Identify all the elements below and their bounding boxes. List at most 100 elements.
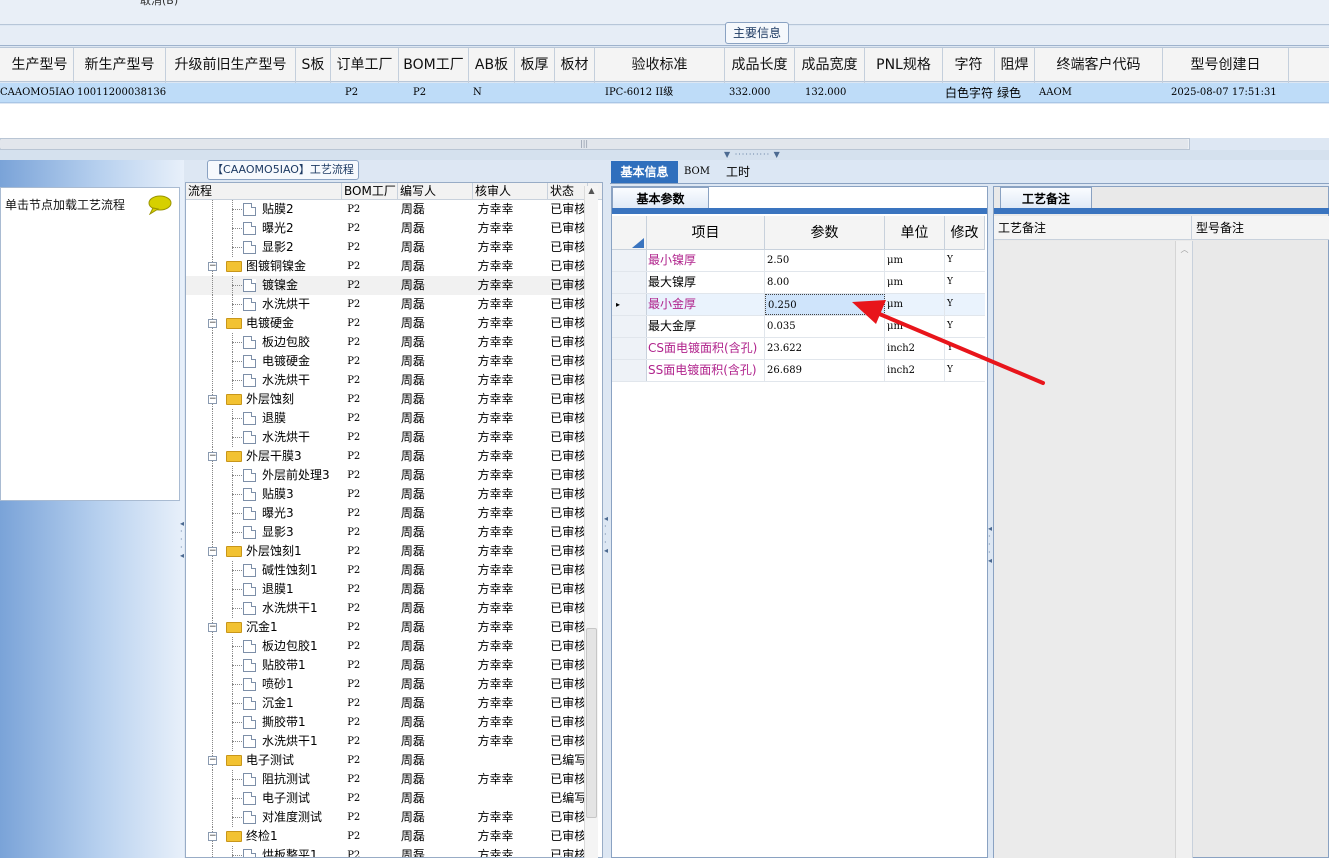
tree-row[interactable]: 显影2 P2 周磊 方幸幸 已审核	[186, 238, 586, 257]
main-col-header[interactable]: 终端客户代码	[1035, 48, 1163, 83]
main-col-header[interactable]: 板厚	[515, 48, 555, 83]
tree-row[interactable]: 撕胶带1 P2 周磊 方幸幸 已审核	[186, 713, 586, 732]
tree-row[interactable]: 沉金1 P2 周磊 方幸幸 已审核	[186, 694, 586, 713]
tree-node[interactable]: 对准度测试	[186, 808, 341, 827]
flow-col-header[interactable]: BOM工厂	[342, 183, 398, 200]
tree-node[interactable]: − 外层蚀刻1	[186, 542, 341, 561]
notes-scrollbar[interactable]	[1176, 241, 1193, 858]
tree-node[interactable]: − 终检1	[186, 827, 341, 846]
tree-node[interactable]: 撕胶带1	[186, 713, 341, 732]
tree-node[interactable]: 曝光2	[186, 219, 341, 238]
tree-row[interactable]: − 终检1 P2 周磊 方幸幸 已审核	[186, 827, 586, 846]
params-col-header[interactable]: 修改	[945, 216, 985, 250]
main-col-header[interactable]: BOM工厂	[399, 48, 469, 83]
tree-row[interactable]: 板边包胶 P2 周磊 方幸幸 已审核	[186, 333, 586, 352]
tree-node[interactable]: 碱性蚀刻1	[186, 561, 341, 580]
collapse-node-icon[interactable]: −	[208, 452, 217, 461]
cancel-button[interactable]: 取消(B)	[140, 0, 178, 8]
main-col-header[interactable]: 升级前旧生产型号	[166, 48, 296, 83]
tree-row[interactable]: 显影3 P2 周磊 方幸幸 已审核	[186, 523, 586, 542]
flow-col-header[interactable]: 状态	[548, 183, 588, 200]
tree-collapse-icon[interactable]: ◂ · · · ◂	[604, 515, 608, 555]
tab-process-notes[interactable]: 工艺备注	[1000, 187, 1092, 209]
tree-node[interactable]: 烘板整平1	[186, 846, 341, 857]
main-info-title[interactable]: 主要信息	[725, 22, 789, 44]
collapse-node-icon[interactable]: −	[208, 756, 217, 765]
tree-row[interactable]: − 沉金1 P2 周磊 方幸幸 已审核	[186, 618, 586, 637]
main-col-header[interactable]: 订单工厂	[331, 48, 399, 83]
tree-node[interactable]: 板边包胶	[186, 333, 341, 352]
tree-node[interactable]: 贴膜2	[186, 200, 341, 219]
tree-node[interactable]: − 电子测试	[186, 751, 341, 770]
tree-row[interactable]: 阻抗测试 P2 周磊 方幸幸 已审核	[186, 770, 586, 789]
tree-row[interactable]: − 外层干膜3 P2 周磊 方幸幸 已审核	[186, 447, 586, 466]
process-flow-tree[interactable]: 流程 BOM工厂 编写人 核审人 状态 贴膜2 P2 周磊 方幸幸 已审核 曝光2 P2 周磊 方幸幸已…	[185, 182, 603, 858]
main-table-row[interactable]: CAAOMO5IAO 10011200038136 P2 P2 N IPC-6012 II…	[0, 83, 1329, 103]
params-collapse-icon[interactable]: ◂ · · · ◂	[988, 525, 992, 565]
tree-node[interactable]: 电子测试	[186, 789, 341, 808]
main-col-header[interactable]: 成品宽度	[795, 48, 865, 83]
tree-node[interactable]: 贴膜3	[186, 485, 341, 504]
tree-row[interactable]: − 图镀铜镍金 P2 周磊 方幸幸 已审核	[186, 257, 586, 276]
param-value[interactable]: 2.50	[765, 250, 885, 271]
tree-row[interactable]: 喷砂1 P2 周磊 方幸幸 已审核	[186, 675, 586, 694]
main-col-header[interactable]: AB板	[469, 48, 515, 83]
tree-row[interactable]: − 电子测试 P2 周磊 已编写	[186, 751, 586, 770]
collapse-node-icon[interactable]: −	[208, 547, 217, 556]
tree-node[interactable]: − 外层干膜3	[186, 447, 341, 466]
horizontal-splitter[interactable]	[0, 150, 1329, 160]
main-col-header[interactable]: 新生产型号	[74, 48, 166, 83]
tree-node[interactable]: 显影3	[186, 523, 341, 542]
tree-row[interactable]: 水洗烘干1 P2 周磊 方幸幸 已审核	[186, 732, 586, 751]
main-col-header[interactable]: 阻焊	[995, 48, 1035, 83]
tree-node[interactable]: 显影2	[186, 238, 341, 257]
collapse-node-icon[interactable]: −	[208, 395, 217, 404]
tree-node[interactable]: 沉金1	[186, 694, 341, 713]
collapse-node-icon[interactable]: −	[208, 832, 217, 841]
tree-node[interactable]: 退膜	[186, 409, 341, 428]
main-col-header[interactable]: 字符	[943, 48, 995, 83]
tree-node[interactable]: 镀镍金	[186, 276, 341, 295]
main-col-header[interactable]: PNL规格	[865, 48, 943, 83]
horizontal-scroll-thumb[interactable]	[0, 139, 1188, 149]
params-row[interactable]: 最小镍厚 2.50 μm Y	[612, 250, 985, 272]
tree-row[interactable]: − 外层蚀刻 P2 周磊 方幸幸 已审核	[186, 390, 586, 409]
flow-col-header[interactable]: 核审人	[473, 183, 548, 200]
tree-row[interactable]: 退膜1 P2 周磊 方幸幸 已审核	[186, 580, 586, 599]
tree-node[interactable]: 外层前处理3	[186, 466, 341, 485]
main-col-header[interactable]: 生产型号	[0, 48, 74, 83]
tree-node[interactable]: 水洗烘干	[186, 428, 341, 447]
tree-node[interactable]: 退膜1	[186, 580, 341, 599]
tree-node[interactable]: − 沉金1	[186, 618, 341, 637]
scroll-up-icon[interactable]: ▲	[586, 186, 597, 196]
main-col-header[interactable]: S板	[296, 48, 331, 83]
tree-node[interactable]: 喷砂1	[186, 675, 341, 694]
main-col-header[interactable]: 板材	[555, 48, 595, 83]
tree-row[interactable]: 贴膜2 P2 周磊 方幸幸 已审核	[186, 200, 586, 219]
tree-row[interactable]: − 电镀硬金 P2 周磊 方幸幸 已审核	[186, 314, 586, 333]
tree-row[interactable]: 镀镍金 P2 周磊 方幸幸 已审核	[186, 276, 586, 295]
tree-row[interactable]: 板边包胶1 P2 周磊 方幸幸 已审核	[186, 637, 586, 656]
tree-row[interactable]: 对准度测试 P2 周磊 方幸幸 已审核	[186, 808, 586, 827]
params-col-header[interactable]: 项目	[647, 216, 765, 250]
params-col-header[interactable]: 参数	[765, 216, 885, 250]
main-col-header[interactable]: 成品长度	[725, 48, 795, 83]
tree-node[interactable]: − 电镀硬金	[186, 314, 341, 333]
flow-col-header[interactable]: 编写人	[398, 183, 473, 200]
collapse-node-icon[interactable]: −	[208, 262, 217, 271]
tree-node[interactable]: − 图镀铜镍金	[186, 257, 341, 276]
flow-col-header[interactable]: 流程	[186, 183, 342, 200]
tab-basic-params[interactable]: 基本参数	[612, 187, 709, 209]
params-col-header[interactable]: 单位	[885, 216, 945, 250]
tree-node[interactable]: 水洗烘干	[186, 371, 341, 390]
tree-row[interactable]: 碱性蚀刻1 P2 周磊 方幸幸 已审核	[186, 561, 586, 580]
tab-bom[interactable]: BOM	[680, 161, 714, 183]
tree-row[interactable]: 曝光2 P2 周磊 方幸幸 已审核	[186, 219, 586, 238]
tree-row[interactable]: 水洗烘干 P2 周磊 方幸幸 已审核	[186, 428, 586, 447]
main-col-header[interactable]: 型号创建日	[1163, 48, 1289, 83]
tree-row[interactable]: 电镀硬金 P2 周磊 方幸幸 已审核	[186, 352, 586, 371]
tree-row[interactable]: 贴膜3 P2 周磊 方幸幸 已审核	[186, 485, 586, 504]
tree-row[interactable]: 水洗烘干 P2 周磊 方幸幸 已审核	[186, 371, 586, 390]
collapse-node-icon[interactable]: −	[208, 623, 217, 632]
tree-row[interactable]: 电子测试 P2 周磊 已编写	[186, 789, 586, 808]
